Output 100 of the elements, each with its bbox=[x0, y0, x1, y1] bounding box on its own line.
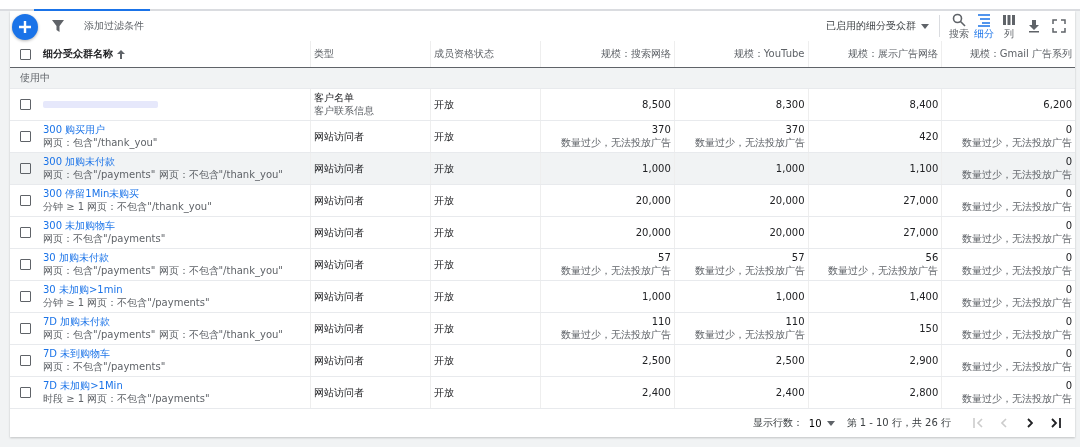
table-row[interactable]: 7D 未加购>1Min 时段 ≥ 1 网页：不包含"/payments" 网站访问者 开放 2,400 2,400 2,800 0 数量过少，无法投放广告 bbox=[10, 377, 1075, 409]
column-header[interactable]: 成员资格状态 bbox=[434, 48, 494, 60]
segment-name-link[interactable]: 7D 未到购物车 bbox=[43, 348, 111, 360]
size-warning: 数量过少，无法投放广告 bbox=[560, 329, 671, 341]
row-checkbox[interactable] bbox=[19, 131, 31, 142]
table-row[interactable]: 300 停留1Min未购买 分钟 ≥ 1 网页：不包含"/thank_you" 网站访问者 开放 20,000 20,000 27,000 0 数量过少，无法投放广告 bbox=[10, 185, 1075, 217]
size-value: 420 bbox=[919, 130, 939, 143]
segment-rule: 网页：包含"/payments" 网页：不包含"/thank_you" bbox=[43, 169, 283, 181]
toolbar-button[interactable]: 搜索 bbox=[946, 13, 971, 39]
size-value: 0 bbox=[1065, 124, 1072, 136]
column-header[interactable]: 规模：YouTube bbox=[733, 48, 805, 60]
column-header[interactable]: 规模：Gmail 广告系列 bbox=[969, 48, 1072, 60]
size-value: 1,000 bbox=[775, 290, 805, 303]
size-warning: 数量过少，无法投放广告 bbox=[962, 265, 1072, 277]
segment-type: 网站访问者 bbox=[314, 386, 364, 399]
size-warning: 数量过少，无法投放广告 bbox=[828, 265, 939, 277]
columns-icon bbox=[1001, 13, 1016, 27]
size-warning: 数量过少，无法投放广告 bbox=[560, 137, 671, 149]
size-warning: 数量过少，无法投放广告 bbox=[560, 265, 671, 277]
size-value: 110 bbox=[785, 316, 805, 328]
size-value: 8,400 bbox=[909, 98, 939, 111]
column-header[interactable]: 细分受众群名称 bbox=[43, 48, 113, 60]
size-value: 57 bbox=[658, 252, 671, 264]
membership-status: 开放 bbox=[434, 194, 454, 207]
segment-filter-dropdown[interactable]: 已启用的细分受众群 bbox=[826, 19, 929, 33]
size-value: 20,000 bbox=[635, 226, 671, 239]
segment-type: 客户联系信息 bbox=[314, 105, 374, 117]
segment-list-icon bbox=[976, 13, 991, 27]
rows-per-page-dropdown[interactable]: 10 bbox=[802, 417, 835, 429]
size-value: 1,000 bbox=[642, 290, 671, 303]
membership-status: 开放 bbox=[434, 98, 454, 111]
size-value: 8,500 bbox=[642, 98, 671, 111]
membership-status: 开放 bbox=[434, 226, 454, 239]
select-all-checkbox[interactable] bbox=[19, 48, 31, 60]
size-value: 1,000 bbox=[775, 162, 805, 175]
membership-status: 开放 bbox=[434, 322, 454, 335]
page-range: 第 1 - 10 行，共 26 行 bbox=[846, 416, 951, 430]
row-checkbox[interactable] bbox=[19, 387, 31, 398]
segment-type: 网站访问者 bbox=[314, 258, 364, 271]
segment-type: 网站访问者 bbox=[314, 290, 364, 303]
toolbar-button[interactable]: 细分 bbox=[971, 13, 996, 39]
membership-status: 开放 bbox=[434, 130, 454, 143]
add-filter-field[interactable]: 添加过滤条件 bbox=[84, 19, 144, 33]
toolbar-button[interactable]: 列 bbox=[996, 13, 1021, 39]
table-row[interactable]: 客户名单 客户联系信息 开放 8,500 8,300 8,400 6,200 bbox=[10, 89, 1075, 121]
table-row[interactable]: 7D 加购未付款 网页：包含"/payments" 网页：不包含"/thank_you" 网站访问者 开放 110 数量过少，无法投放广告 110 数量过少，无法投放广告 150 0 数量过少，无法投放广告 bbox=[10, 313, 1075, 345]
size-value: 2,400 bbox=[642, 386, 671, 399]
table-row[interactable]: 7D 未到购物车 网页：不包含"/payments" 网站访问者 开放 2,500 2,500 2,900 0 数量过少，无法投放广告 bbox=[10, 345, 1075, 377]
segment-type: 客户名单 bbox=[314, 92, 354, 104]
table-row[interactable]: 300 未加购物车 网页：不包含"/payments" 网站访问者 开放 20,000 20,000 27,000 0 数量过少，无法投放广告 bbox=[10, 217, 1075, 249]
segment-rule: 时段 ≥ 1 网页：不包含"/payments" bbox=[43, 393, 210, 405]
column-header[interactable]: 规模：展示广告网络 bbox=[848, 48, 939, 60]
segment-name-link[interactable]: 7D 加购未付款 bbox=[43, 316, 111, 328]
row-checkbox[interactable] bbox=[19, 227, 31, 238]
search-icon bbox=[951, 13, 966, 27]
first-page-icon bbox=[973, 418, 983, 428]
size-warning: 数量过少，无法投放广告 bbox=[694, 265, 805, 277]
size-value: 20,000 bbox=[769, 226, 805, 239]
size-value: 370 bbox=[651, 124, 671, 136]
size-warning: 数量过少，无法投放广告 bbox=[962, 361, 1072, 373]
segment-name-link[interactable]: 30 加购未付款 bbox=[43, 252, 109, 264]
group-label: 使用中 bbox=[20, 72, 50, 84]
size-value: 0 bbox=[1065, 188, 1072, 200]
membership-status: 开放 bbox=[434, 386, 454, 399]
size-warning: 数量过少，无法投放广告 bbox=[962, 393, 1072, 405]
table-row[interactable]: 30 加购未付款 网页：包含"/payments" 网页：不包含"/thank_you" 网站访问者 开放 57 数量过少，无法投放广告 57 数量过少，无法投放广告 56 数量过少，无法投放广告 0 数量过少，无法投放广告 bbox=[10, 249, 1075, 281]
segment-type: 网站访问者 bbox=[314, 354, 364, 367]
table-row[interactable]: 300 加购未付款 网页：包含"/payments" 网页：不包含"/thank_you" 网站访问者 开放 1,000 1,000 1,100 0 数量过少，无法投放广告 bbox=[10, 153, 1075, 185]
segment-rule: 网页：包含"/thank_you" bbox=[43, 137, 158, 149]
row-checkbox[interactable] bbox=[19, 163, 31, 174]
size-value: 2,400 bbox=[775, 386, 805, 399]
segment-name-link[interactable]: 300 加购未付款 bbox=[43, 156, 116, 168]
segment-name-link[interactable]: 300 购买用户 bbox=[43, 124, 106, 136]
table-row[interactable]: 30 未加购>1min 分钟 ≥ 1 网页：不包含"/payments" 网站访问者 开放 1,000 1,000 1,400 0 数量过少，无法投放广告 bbox=[10, 281, 1075, 313]
segment-name-link[interactable]: 300 停留1Min未购买 bbox=[43, 188, 140, 200]
segment-name-link[interactable]: 30 未加购>1min bbox=[43, 284, 123, 296]
segment-name-link[interactable]: 300 未加购物车 bbox=[43, 220, 116, 232]
row-checkbox[interactable] bbox=[19, 291, 31, 302]
column-header[interactable]: 规模：搜索网络 bbox=[600, 48, 671, 60]
filter-icon[interactable] bbox=[52, 20, 64, 32]
row-checkbox[interactable] bbox=[19, 195, 31, 206]
membership-status: 开放 bbox=[434, 290, 454, 303]
size-value: 20,000 bbox=[769, 194, 805, 207]
plus-icon bbox=[17, 19, 33, 35]
sort-arrow-icon[interactable] bbox=[117, 49, 125, 59]
segment-rule: 网页：不包含"/payments" bbox=[43, 233, 166, 245]
segment-name-link[interactable]: 7D 未加购>1Min bbox=[43, 380, 123, 392]
row-checkbox[interactable] bbox=[19, 355, 31, 366]
row-checkbox[interactable] bbox=[19, 259, 31, 270]
row-checkbox[interactable] bbox=[19, 323, 31, 334]
size-value: 0 bbox=[1065, 316, 1072, 328]
column-header[interactable]: 类型 bbox=[314, 48, 334, 60]
size-value: 27,000 bbox=[903, 226, 939, 239]
size-value: 56 bbox=[925, 252, 939, 264]
segment-type: 网站访问者 bbox=[314, 226, 364, 239]
chevron-left-icon bbox=[1001, 418, 1007, 428]
size-warning: 数量过少，无法投放广告 bbox=[694, 137, 805, 149]
row-checkbox[interactable] bbox=[19, 99, 31, 110]
size-warning: 数量过少，无法投放广告 bbox=[962, 201, 1072, 213]
add-button[interactable] bbox=[12, 14, 38, 40]
